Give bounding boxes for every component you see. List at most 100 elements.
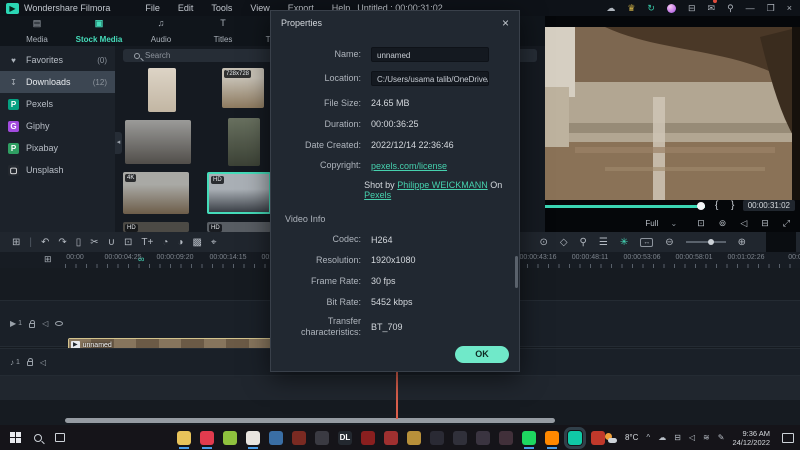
tab-media[interactable]: ▤ Media: [6, 16, 68, 47]
render-preview-icon[interactable]: ⊙: [539, 237, 547, 248]
mute-icon[interactable]: ◁: [40, 358, 46, 367]
stock-thumbnail[interactable]: 4K: [123, 172, 189, 214]
weather-icon[interactable]: [604, 432, 617, 443]
taskbar-app-file-explorer[interactable]: [176, 430, 191, 449]
undo-icon[interactable]: ↶: [41, 237, 49, 248]
lock-icon[interactable]: [26, 358, 33, 366]
taskbar-app-chrome[interactable]: [245, 430, 260, 449]
zoom-slider-knob[interactable]: [707, 239, 714, 245]
tray-folder-icon[interactable]: ⊟: [674, 433, 681, 442]
display-icon[interactable]: ⊡: [697, 218, 705, 229]
taskbar-app-dl[interactable]: DL: [337, 430, 352, 445]
taskbar-app-game-dark-1[interactable]: [429, 430, 444, 445]
name-input[interactable]: unnamed: [371, 47, 489, 62]
crop-icon[interactable]: ⊡: [124, 237, 132, 248]
minimize-icon[interactable]: —: [746, 0, 755, 16]
audio-mixer-icon[interactable]: ☰: [599, 237, 608, 248]
notification-center-icon[interactable]: [782, 432, 794, 443]
ok-button[interactable]: OK: [455, 346, 509, 363]
stock-thumbnail[interactable]: [228, 118, 260, 166]
folder-icon[interactable]: ⊟: [761, 218, 769, 229]
taskbar-app-game-crown[interactable]: [475, 430, 490, 445]
timeline-zoom-slider[interactable]: [685, 239, 726, 245]
taskbar-app-game-red-1[interactable]: [291, 430, 306, 445]
stock-thumbnail[interactable]: 728x728: [222, 68, 264, 108]
record-voiceover-icon[interactable]: ⚲: [580, 237, 587, 248]
restore-icon[interactable]: ❐: [767, 0, 775, 16]
taskbar-app-opera[interactable]: [199, 430, 214, 449]
stock-thumbnail-selected[interactable]: HD: [207, 172, 271, 214]
ai-assistant-icon[interactable]: [666, 3, 676, 13]
lock-icon[interactable]: [29, 319, 36, 328]
media-browser-icon[interactable]: ⊞: [12, 237, 20, 248]
onedrive-cloud-icon[interactable]: ☁: [658, 433, 666, 442]
tray-volume-icon[interactable]: ◁: [689, 433, 695, 442]
cloud-icon[interactable]: ☁: [606, 0, 615, 16]
mute-icon[interactable]: ◁: [42, 319, 48, 328]
video-preview-frame[interactable]: [545, 27, 800, 200]
close-icon[interactable]: ×: [502, 16, 509, 30]
delete-icon[interactable]: ▯: [76, 237, 82, 248]
taskbar-app-security[interactable]: [590, 430, 605, 445]
tab-stock-media[interactable]: ▣ Stock Media: [68, 16, 130, 50]
copyright-link[interactable]: pexels.com/license: [371, 161, 447, 171]
zoom-out-icon[interactable]: ⊖: [665, 237, 673, 248]
motion-track-icon[interactable]: ⌖: [211, 237, 217, 248]
tab-titles[interactable]: T Titles: [192, 16, 254, 47]
menu-tools[interactable]: Tools: [202, 3, 241, 13]
taskbar-app-spotify[interactable]: [521, 430, 536, 449]
tray-chevron-icon[interactable]: ^: [646, 433, 650, 442]
location-input[interactable]: C:/Users/usama talib/OneDrive/Doc...: [371, 71, 489, 86]
taskbar-app-game-claw[interactable]: [498, 430, 513, 445]
pexels-link[interactable]: Pexels: [364, 190, 391, 200]
timeline-playhead[interactable]: [396, 372, 398, 419]
taskbar-app-game-red-2[interactable]: [360, 430, 375, 445]
network-icon[interactable]: ≋: [703, 433, 710, 442]
stock-thumbnail[interactable]: HD: [123, 222, 189, 232]
sidebar-item-downloads[interactable]: ↧ Downloads (12): [0, 71, 115, 93]
mark-out-button[interactable]: }: [731, 200, 734, 211]
menu-edit[interactable]: Edit: [169, 3, 203, 13]
color-match-icon[interactable]: ◑: [177, 237, 183, 248]
sidebar-item-pixabay[interactable]: P Pixabay: [0, 137, 115, 159]
temperature[interactable]: 8°C: [625, 433, 638, 442]
fullscreen-icon[interactable]: ⤢: [783, 218, 790, 229]
dialog-scrollbar[interactable]: [515, 256, 518, 288]
taskbar-app-notepad-plus[interactable]: [222, 430, 237, 445]
mark-in-button[interactable]: {: [715, 200, 718, 211]
fit-timeline-icon[interactable]: ↔: [640, 237, 654, 247]
mask-icon[interactable]: ◇: [560, 237, 568, 248]
account-icon[interactable]: ⚲: [727, 0, 734, 16]
collapse-panel-handle[interactable]: ◂: [115, 132, 122, 154]
sync-icon[interactable]: ↻: [647, 0, 655, 16]
stock-thumbnail[interactable]: [148, 68, 176, 112]
taskbar-app-game-gold[interactable]: [406, 430, 421, 445]
taskbar-app-dark-1[interactable]: [314, 430, 329, 445]
magnet-icon[interactable]: ∪: [108, 237, 115, 248]
taskbar-clock[interactable]: 9:36 AM 24/12/2022: [732, 429, 770, 447]
preview-zoom-dropdown[interactable]: Full ⌄: [645, 219, 677, 228]
sidebar-item-pexels[interactable]: P Pexels: [0, 93, 115, 115]
taskbar-app-filmora[interactable]: [563, 426, 586, 449]
author-link[interactable]: Philippe WEICKMANN: [397, 180, 488, 190]
taskbar-app-vlc[interactable]: [544, 430, 559, 449]
volume-icon[interactable]: ◁: [740, 218, 747, 229]
preview-progress-bar[interactable]: [545, 205, 705, 208]
ai-tools-icon[interactable]: ✳: [620, 237, 628, 248]
upgrade-crown-icon[interactable]: ♛: [627, 0, 635, 16]
export-icon[interactable]: ✉: [708, 0, 717, 16]
split-scissors-icon[interactable]: ✂: [90, 237, 98, 248]
sidebar-item-giphy[interactable]: G Giphy: [0, 115, 115, 137]
taskbar-app-powershell[interactable]: [268, 430, 283, 445]
green-screen-icon[interactable]: ▩: [192, 237, 201, 248]
taskbar-app-game-dark-2[interactable]: [452, 430, 467, 445]
eye-icon[interactable]: [55, 321, 64, 326]
sidebar-item-unsplash[interactable]: ▢ Unsplash: [0, 159, 115, 181]
stock-thumbnail[interactable]: HD: [207, 222, 271, 232]
redo-icon[interactable]: ↷: [58, 237, 66, 248]
timeline-horizontal-scrollbar[interactable]: [65, 418, 555, 423]
manage-tracks-icon[interactable]: ⊞: [44, 254, 52, 265]
close-icon[interactable]: ×: [787, 0, 792, 16]
taskbar-search-icon[interactable]: [34, 433, 42, 442]
task-view-icon[interactable]: [55, 433, 65, 442]
